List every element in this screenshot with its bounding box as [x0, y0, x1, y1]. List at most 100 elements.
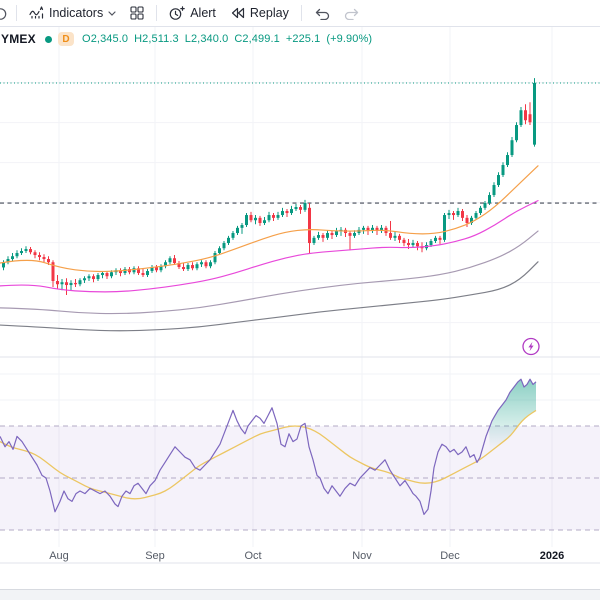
- ohlc-readout: O2,345.0 H2,511.3 L2,340.0 C2,499.1 +225…: [82, 33, 372, 45]
- candle-body: [519, 110, 523, 126]
- candle-body: [74, 283, 77, 285]
- chart-canvas[interactable]: Aug Sep Oct Nov Dec 2026: [0, 0, 600, 600]
- undo-arrow-icon: [314, 7, 330, 20]
- candle-body: [461, 211, 464, 218]
- candle-body: [393, 235, 397, 238]
- market-status-dot: [44, 35, 52, 43]
- high-value: H2,511.3: [134, 33, 179, 45]
- interval-badge[interactable]: D: [57, 32, 75, 46]
- candle-body: [317, 235, 320, 238]
- chart-application: Indicators Alert Replay YMEX D O2,345.0 …: [0, 0, 600, 600]
- open-value: O2,345.0: [82, 33, 128, 45]
- candle-body: [33, 252, 37, 256]
- time-axis-label[interactable]: Sep: [145, 550, 165, 562]
- candle-body: [483, 203, 487, 208]
- candle-body: [501, 165, 505, 176]
- candle-body: [294, 207, 298, 210]
- alert-clock-plus-icon: [169, 5, 186, 21]
- indicators-label: Indicators: [49, 6, 104, 20]
- alert-button[interactable]: Alert: [162, 1, 223, 25]
- redo-arrow-icon: [344, 7, 360, 20]
- chevron-down-icon[interactable]: [108, 10, 116, 16]
- layout-templates-button[interactable]: [123, 1, 151, 25]
- candle-body: [191, 265, 194, 269]
- candle-body: [110, 272, 113, 277]
- candle-body: [96, 275, 100, 280]
- candle-body: [402, 239, 406, 244]
- candle-body: [20, 251, 23, 254]
- replay-button[interactable]: Replay: [223, 1, 296, 25]
- high-number: 2,511.3: [142, 33, 179, 45]
- candle-body: [330, 233, 334, 236]
- candle-body: [15, 253, 19, 257]
- candle-body: [398, 235, 401, 240]
- symbol-name[interactable]: YMEX: [1, 32, 36, 46]
- candle-body: [335, 231, 338, 236]
- candle-body: [411, 243, 415, 246]
- time-axis-label[interactable]: Nov: [352, 550, 372, 562]
- time-axis-label[interactable]: 2026: [540, 550, 564, 562]
- change-percent: (+9.90%): [326, 33, 373, 45]
- candle-body: [452, 213, 455, 216]
- candle-body: [254, 217, 257, 221]
- candle-body: [173, 258, 176, 264]
- high-label: H: [134, 33, 143, 45]
- candle-body: [231, 233, 235, 238]
- candle-body: [47, 259, 50, 263]
- ma-slow-mauve: [0, 230, 539, 315]
- low-number: 2,340.0: [190, 33, 229, 45]
- candle-body: [407, 243, 410, 246]
- candle-body: [267, 215, 271, 221]
- replay-rewind-icon: [230, 7, 245, 19]
- quick-action-lightning-button[interactable]: [522, 337, 540, 356]
- indicators-button[interactable]: Indicators: [22, 1, 123, 25]
- candle-body: [200, 262, 203, 265]
- redo-button[interactable]: [337, 1, 367, 25]
- time-axis[interactable]: Aug Sep Oct Nov Dec 2026: [49, 550, 564, 562]
- candle-body: [11, 256, 14, 260]
- close-number: 2,499.1: [242, 33, 280, 45]
- candle-body: [510, 140, 514, 156]
- time-axis-label[interactable]: Aug: [49, 550, 69, 562]
- candle-body: [227, 237, 230, 244]
- time-axis-label[interactable]: Oct: [244, 550, 261, 562]
- candle-body: [281, 211, 284, 216]
- candle-body: [24, 249, 28, 252]
- candle-body: [308, 207, 311, 244]
- candle-body: [38, 255, 41, 258]
- time-axis-label[interactable]: Dec: [440, 550, 460, 562]
- change-value: +225.1: [285, 33, 321, 45]
- candle-body: [56, 281, 59, 285]
- candle-body: [362, 227, 365, 230]
- layout-grid-icon: [130, 6, 144, 20]
- candle-body: [60, 282, 64, 285]
- candle-body: [533, 83, 536, 145]
- candle-body: [83, 278, 86, 281]
- candle-body: [78, 280, 82, 285]
- top-toolbar: Indicators Alert Replay: [0, 0, 600, 27]
- candle-body: [222, 243, 226, 249]
- candle-body: [303, 203, 307, 210]
- candle-body: [240, 225, 244, 228]
- candle-body: [195, 264, 199, 269]
- alert-label: Alert: [190, 6, 216, 20]
- candle-body: [474, 213, 478, 218]
- candle-body: [506, 155, 509, 166]
- toolbar-separator: [156, 5, 158, 21]
- clipped-tool-icon[interactable]: [0, 1, 11, 25]
- candle-body: [213, 253, 217, 263]
- candle-body: [92, 276, 95, 280]
- candle-body: [186, 265, 190, 270]
- candle-body: [492, 185, 496, 196]
- candle-body: [42, 257, 46, 260]
- candle-body: [272, 215, 275, 218]
- candle-body: [69, 283, 73, 286]
- candle-body: [249, 215, 253, 221]
- candle-body: [326, 233, 329, 238]
- candle-body: [101, 273, 104, 276]
- undo-button[interactable]: [307, 1, 337, 25]
- candle-body: [528, 114, 532, 123]
- candle-body: [353, 233, 356, 236]
- open-label: O: [82, 33, 91, 45]
- low-value: L2,340.0: [185, 33, 229, 45]
